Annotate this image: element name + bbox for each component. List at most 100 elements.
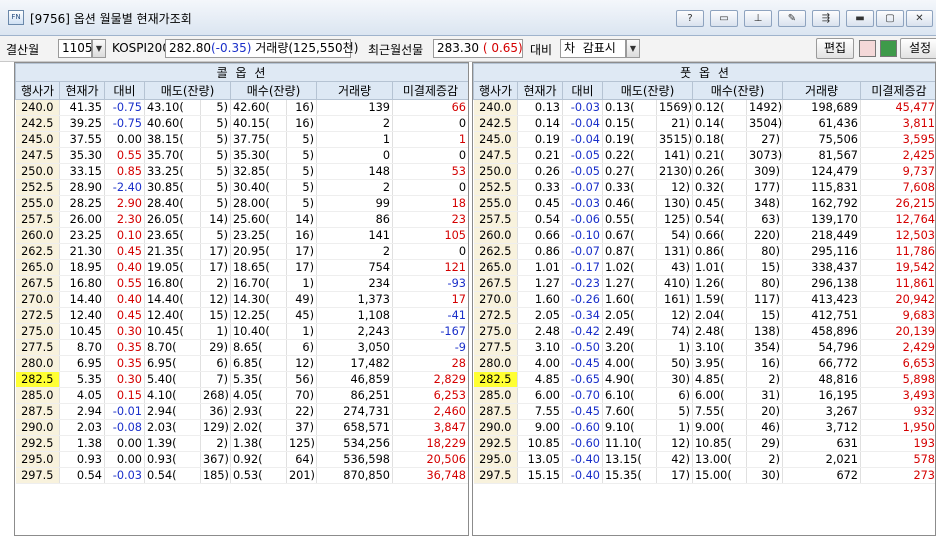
table-row[interactable]: 272.5 2.05 -0.34 2.05(12) 2.04(15) 412,751 9,6…	[473, 307, 935, 324]
table-row[interactable]: 265.0 1.01 -0.17 1.02(43) 1.01(15) 338,437 19,…	[473, 259, 935, 276]
grid-icon[interactable]	[859, 40, 876, 57]
edit-button[interactable]: 편집	[816, 38, 854, 59]
tool-button[interactable]: ✎	[778, 10, 806, 27]
table-row[interactable]: 247.5 35.30 0.55 35.70(5) 35.30(5) 0 0	[15, 147, 468, 164]
compare-select[interactable]: 차 감표시	[560, 39, 626, 58]
table-row[interactable]: 242.5 39.25 -0.75 40.60(5) 40.15(16) 2 0	[15, 115, 468, 132]
table-row[interactable]: 295.0 0.93 0.00 0.93(367) 0.92(64) 536,598 20,…	[15, 451, 468, 468]
table-row[interactable]: 272.5 12.40 0.45 12.40(15) 12.25(45) 1,108 -41	[15, 307, 468, 324]
ask-qty-cell: 1)	[656, 419, 693, 436]
table-row[interactable]: 267.5 16.80 0.55 16.80(2) 16.70(1) 234 -93	[15, 275, 468, 292]
table-row[interactable]: 285.0 6.00 -0.70 6.10(6) 6.00(31) 16,195 3,493	[473, 387, 935, 404]
table-row[interactable]: 297.5 0.54 -0.03 0.54(185) 0.53(201) 870,850 3…	[15, 467, 468, 484]
settings-button[interactable]: 설정	[900, 38, 936, 59]
pin-button[interactable]: ⊥	[744, 10, 772, 27]
table-row[interactable]: 280.0 6.95 0.35 6.95(6) 6.85(12) 17,482 28	[15, 355, 468, 372]
table-row[interactable]: 280.0 4.00 -0.45 4.00(50) 3.95(16) 66,772 6,65…	[473, 355, 935, 372]
oi-change-cell: 26,215	[860, 195, 935, 212]
table-row[interactable]: 275.0 10.45 0.30 10.45(1) 10.40(1) 2,243 -167	[15, 323, 468, 340]
expiry-select[interactable]: 1105	[58, 39, 93, 58]
table-row[interactable]: 240.0 41.35 -0.75 43.10(5) 42.60(16) 139 66	[15, 99, 468, 116]
table-row[interactable]: 255.0 28.25 2.90 28.40(5) 28.00(5) 99 18	[15, 195, 468, 212]
bid-price-cell: 3.95(	[692, 355, 747, 372]
link-button[interactable]: ⇶	[812, 10, 840, 27]
table-row[interactable]: 292.5 10.85 -0.60 11.10(12) 10.85(29) 631 193	[473, 435, 935, 452]
table-row[interactable]: 287.5 7.55 -0.45 7.60(5) 7.55(20) 3,267 932	[473, 403, 935, 420]
table-row[interactable]: 260.0 0.66 -0.10 0.67(54) 0.66(220) 218,449 12…	[473, 227, 935, 244]
ask-qty-cell: 410)	[656, 275, 693, 292]
kospi-change: (-0.35)	[211, 41, 252, 55]
change-cell: -0.70	[562, 387, 603, 404]
table-row[interactable]: 250.0 0.26 -0.05 0.27(2130) 0.26(309) 124,479…	[473, 163, 935, 180]
change-cell: -2.40	[104, 179, 145, 196]
price-cell: 13.05	[517, 451, 563, 468]
table-row[interactable]: 275.0 2.48 -0.42 2.49(74) 2.48(138) 458,896 20…	[473, 323, 935, 340]
volume-cell: 162,792	[782, 195, 861, 212]
table-row[interactable]: 270.0 1.60 -0.26 1.60(161) 1.59(117) 413,423 2…	[473, 291, 935, 308]
table-row[interactable]: 285.0 4.05 0.15 4.10(268) 4.05(70) 86,251 6,25…	[15, 387, 468, 404]
price-cell: 8.70	[59, 339, 105, 356]
change-cell: -0.03	[562, 195, 603, 212]
help-button[interactable]: ?	[676, 10, 704, 27]
table-row[interactable]: 250.0 33.15 0.85 33.25(5) 32.85(5) 148 53	[15, 163, 468, 180]
change-cell: 0.55	[104, 147, 145, 164]
bid-price-cell: 7.55(	[692, 403, 747, 420]
futures-info: 283.30 ( 0.65)	[433, 39, 523, 58]
price-cell: 10.85	[517, 435, 563, 452]
price-cell: 12.40	[59, 307, 105, 324]
bid-qty-cell: 220)	[746, 227, 783, 244]
kospi-value: 282.80	[169, 41, 211, 55]
table-row[interactable]: 245.0 0.19 -0.04 0.19(3515) 0.18(27) 75,506 3,…	[473, 131, 935, 148]
table-row[interactable]: 240.0 0.13 -0.03 0.13(1569) 0.12(1492) 198,68…	[473, 99, 935, 116]
call-header-volume: 거래량	[316, 81, 393, 100]
excel-icon[interactable]	[880, 40, 897, 57]
change-cell: -0.65	[562, 371, 603, 388]
ask-qty-cell: 43)	[656, 259, 693, 276]
expiry-dropdown-icon[interactable]: ▼	[92, 39, 106, 58]
table-row[interactable]: 265.0 18.95 0.40 19.05(17) 18.65(17) 754 121	[15, 259, 468, 276]
table-row[interactable]: 292.5 1.38 0.00 1.39(2) 1.38(125) 534,256 18,2…	[15, 435, 468, 452]
bid-qty-cell: 5)	[286, 147, 317, 164]
table-row[interactable]: 257.5 0.54 -0.06 0.55(125) 0.54(63) 139,170 12…	[473, 211, 935, 228]
table-row[interactable]: 247.5 0.21 -0.05 0.22(141) 0.21(3073) 81,567 2…	[473, 147, 935, 164]
price-cell: 23.25	[59, 227, 105, 244]
table-row[interactable]: 270.0 14.40 0.40 14.40(12) 14.30(49) 1,373 17	[15, 291, 468, 308]
minimize-button[interactable]: ▬	[846, 10, 874, 27]
bid-qty-cell: 1)	[286, 275, 317, 292]
table-row[interactable]: 267.5 1.27 -0.23 1.27(410) 1.26(80) 296,138 11…	[473, 275, 935, 292]
maximize-button[interactable]: ▢	[876, 10, 904, 27]
table-row[interactable]: 262.5 21.30 0.45 21.35(17) 20.95(17) 2 0	[15, 243, 468, 260]
table-row[interactable]: 290.0 9.00 -0.60 9.10(1) 9.00(46) 3,712 1,950	[473, 419, 935, 436]
volume-cell: 754	[316, 259, 393, 276]
table-row[interactable]: 297.5 15.15 -0.40 15.35(17) 15.00(30) 672 273	[473, 467, 935, 484]
bid-qty-cell: 30)	[746, 467, 783, 484]
close-button[interactable]: ✕	[906, 10, 933, 27]
table-row[interactable]: 287.5 2.94 -0.01 2.94(36) 2.93(22) 274,731 2,4…	[15, 403, 468, 420]
call-header-ask: 매도(잔량)	[144, 81, 231, 100]
table-row[interactable]: 277.5 3.10 -0.50 3.20(1) 3.10(354) 54,796 2,42…	[473, 339, 935, 356]
table-row[interactable]: 262.5 0.86 -0.07 0.87(131) 0.86(80) 295,116 11…	[473, 243, 935, 260]
table-row[interactable]: 282.5 5.35 0.30 5.40(7) 5.35(56) 46,859 2,829	[15, 371, 468, 388]
compare-dropdown-icon[interactable]: ▼	[626, 39, 640, 58]
change-cell: 0.00	[104, 131, 145, 148]
put-header-strike: 행사가	[473, 81, 518, 100]
strike-cell: 277.5	[473, 339, 518, 356]
bid-qty-cell: 16)	[286, 227, 317, 244]
table-row[interactable]: 282.5 4.85 -0.65 4.90(30) 4.85(2) 48,816 5,898	[473, 371, 935, 388]
table-row[interactable]: 245.0 37.55 0.00 38.15(5) 37.75(5) 1 1	[15, 131, 468, 148]
call-header-bid: 매수(잔량)	[230, 81, 317, 100]
table-row[interactable]: 252.5 0.33 -0.07 0.33(12) 0.32(177) 115,831 7,…	[473, 179, 935, 196]
volume-cell: 274,731	[316, 403, 393, 420]
window-button[interactable]: ▭	[710, 10, 738, 27]
bid-qty-cell: 64)	[286, 451, 317, 468]
oi-change-cell: 28	[392, 355, 468, 372]
table-row[interactable]: 255.0 0.45 -0.03 0.46(130) 0.45(348) 162,792 2…	[473, 195, 935, 212]
table-row[interactable]: 242.5 0.14 -0.04 0.15(21) 0.14(3504) 61,436 3,…	[473, 115, 935, 132]
table-row[interactable]: 252.5 28.90 -2.40 30.85(5) 30.40(5) 2 0	[15, 179, 468, 196]
table-row[interactable]: 290.0 2.03 -0.08 2.03(129) 2.02(37) 658,571 3,…	[15, 419, 468, 436]
table-row[interactable]: 277.5 8.70 0.35 8.70(29) 8.65(6) 3,050 -9	[15, 339, 468, 356]
change-cell: 0.45	[104, 307, 145, 324]
table-row[interactable]: 257.5 26.00 2.30 26.05(14) 25.60(14) 86 23	[15, 211, 468, 228]
table-row[interactable]: 260.0 23.25 0.10 23.65(5) 23.25(16) 141 105	[15, 227, 468, 244]
table-row[interactable]: 295.0 13.05 -0.40 13.15(42) 13.00(2) 2,021 578	[473, 451, 935, 468]
